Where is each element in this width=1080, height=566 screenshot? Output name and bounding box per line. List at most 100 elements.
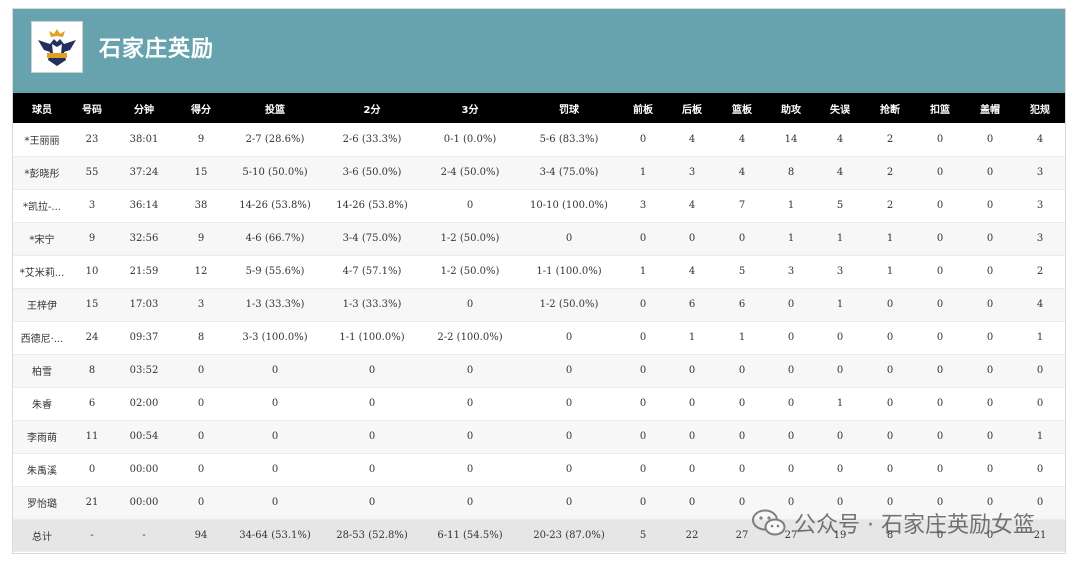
cell-three-pt: 0: [466, 431, 474, 442]
cell-blk: 0: [986, 266, 994, 277]
cell-ast: 8: [787, 167, 795, 178]
cell-points: 0: [197, 431, 205, 442]
cell-two-pt: 3-4 (75.0%): [342, 233, 402, 244]
cell-points: 38: [194, 200, 208, 211]
cell-ast: 0: [787, 299, 795, 310]
column-header-player: 球员: [32, 104, 52, 116]
cell-oreb: 0: [639, 332, 647, 343]
cell-three-pt: 0: [466, 398, 474, 409]
cell-three-pt: 0-1 (0.0%): [443, 133, 497, 145]
cell-dreb: 6: [688, 299, 696, 310]
cell-dreb: 0: [688, 233, 696, 244]
cell-ft: 0: [565, 464, 573, 475]
table-row: *王丽丽 23 38:01 9 2-7 (28.6%) 2-6 (33.3%) 0-1 (0…: [13, 123, 1065, 156]
cell-three-pt: 0: [466, 497, 474, 508]
total-cell-player: 总计: [32, 531, 52, 543]
team-logo: [31, 21, 83, 73]
cell-ft: 5-6 (83.3%): [539, 133, 599, 145]
column-header-reb: 篮板: [732, 104, 752, 116]
cell-player: *宋宁: [29, 235, 55, 246]
cell-ast: 1: [787, 233, 795, 244]
cell-oreb: 0: [639, 431, 647, 442]
cell-dunk: 0: [936, 133, 944, 145]
cell-player: *彭晓彤: [24, 169, 60, 180]
cell-oreb: 0: [639, 464, 647, 475]
cell-oreb: 0: [639, 497, 647, 508]
cell-dunk: 0: [936, 167, 944, 178]
cell-three-pt: 1-2 (50.0%): [440, 233, 500, 244]
cell-fg: 5-9 (55.6%): [245, 266, 305, 277]
total-cell-number: -: [90, 529, 94, 541]
cell-three-pt: 0: [466, 365, 474, 376]
column-header-blk: 盖帽: [980, 104, 1000, 116]
cell-number: 23: [85, 133, 99, 145]
column-header-foul: 犯规: [1030, 104, 1050, 116]
cell-ast: 0: [787, 464, 795, 475]
cell-three-pt: 0: [466, 200, 474, 211]
cell-minutes: 37:24: [129, 167, 159, 178]
cell-fg: 0: [271, 398, 279, 409]
table-row: *凯拉-... 3 36:14 38 14-26 (53.8%) 14-26 (53.8%…: [13, 189, 1065, 222]
cell-blk: 0: [986, 167, 994, 178]
cell-number: 3: [88, 200, 96, 211]
cell-ast: 0: [787, 398, 795, 409]
cell-blk: 0: [986, 133, 994, 145]
cell-ft: 0: [565, 497, 573, 508]
cell-stl: 0: [886, 431, 894, 442]
cell-foul: 3: [1036, 167, 1044, 178]
table-body: *王丽丽 23 38:01 9 2-7 (28.6%) 2-6 (33.3%) 0-1 (0…: [13, 123, 1065, 551]
cell-ft: 0: [565, 233, 573, 244]
cell-points: 0: [197, 365, 205, 376]
cell-ft: 0: [565, 365, 573, 376]
cell-number: 10: [85, 266, 99, 277]
cell-ast: 1: [787, 200, 795, 211]
cell-oreb: 1: [639, 266, 647, 277]
cell-dreb: 1: [688, 332, 696, 343]
cell-oreb: 0: [639, 299, 647, 310]
cell-tov: 1: [836, 398, 844, 409]
column-header-points: 得分: [191, 104, 211, 116]
cell-tov: 0: [836, 365, 844, 376]
cell-dreb: 0: [688, 497, 696, 508]
cell-player: 朱睿: [32, 400, 52, 411]
cell-fg: 2-7 (28.6%): [245, 133, 305, 145]
table-row: 李雨萌 11 00:54 0 0 0 0 0 0 0 0 0 0 0 0 0 1: [13, 420, 1065, 453]
cell-number: 24: [85, 332, 99, 343]
cell-dreb: 0: [688, 365, 696, 376]
cell-ft: 1-1 (100.0%): [536, 266, 602, 277]
cell-blk: 0: [986, 431, 994, 442]
column-header-number: 号码: [82, 104, 102, 116]
cell-two-pt: 0: [368, 398, 376, 409]
cell-blk: 0: [986, 200, 994, 211]
table-row: *艾米莉... 10 21:59 12 5-9 (55.6%) 4-7 (57.1%) 1-…: [13, 255, 1065, 288]
boxscore-panel: 石家庄英励 球员 号码 分钟 得分 投篮 2分 3分 罚球 前板 后板 篮板 助攻 失误 抢断 扣篮 盖帽 犯规…: [12, 8, 1066, 554]
cell-fg: 4-6 (66.7%): [245, 233, 305, 244]
cell-ast: 3: [787, 266, 795, 277]
cell-ast: 14: [784, 133, 798, 145]
cell-blk: 0: [986, 464, 994, 475]
team-name: 石家庄英励: [99, 37, 215, 62]
cell-foul: 4: [1036, 299, 1044, 310]
cell-reb: 7: [738, 200, 746, 211]
column-header-dunk: 扣篮: [930, 104, 950, 116]
cell-blk: 0: [986, 365, 994, 376]
cell-tov: 4: [836, 167, 844, 178]
column-header-two-pt: 2分: [363, 104, 381, 116]
cell-player: *王丽丽: [24, 135, 60, 147]
cell-ft: 0: [565, 332, 573, 343]
cell-stl: 0: [886, 365, 894, 376]
cell-fg: 0: [271, 431, 279, 442]
cell-oreb: 0: [639, 365, 647, 376]
cell-two-pt: 0: [368, 365, 376, 376]
cell-two-pt: 0: [368, 497, 376, 508]
cell-blk: 0: [986, 332, 994, 343]
cell-points: 9: [197, 133, 205, 145]
cell-minutes: 00:54: [129, 431, 159, 442]
cell-foul: 0: [1036, 365, 1044, 376]
cell-three-pt: 0: [466, 299, 474, 310]
total-cell-ft: 20-23 (87.0%): [533, 529, 605, 541]
eagle-logo-icon: [38, 29, 76, 66]
table-row: *彭晓彤 55 37:24 15 5-10 (50.0%) 3-6 (50.0%) 2-4 …: [13, 156, 1065, 189]
cell-tov: 0: [836, 464, 844, 475]
cell-points: 0: [197, 398, 205, 409]
